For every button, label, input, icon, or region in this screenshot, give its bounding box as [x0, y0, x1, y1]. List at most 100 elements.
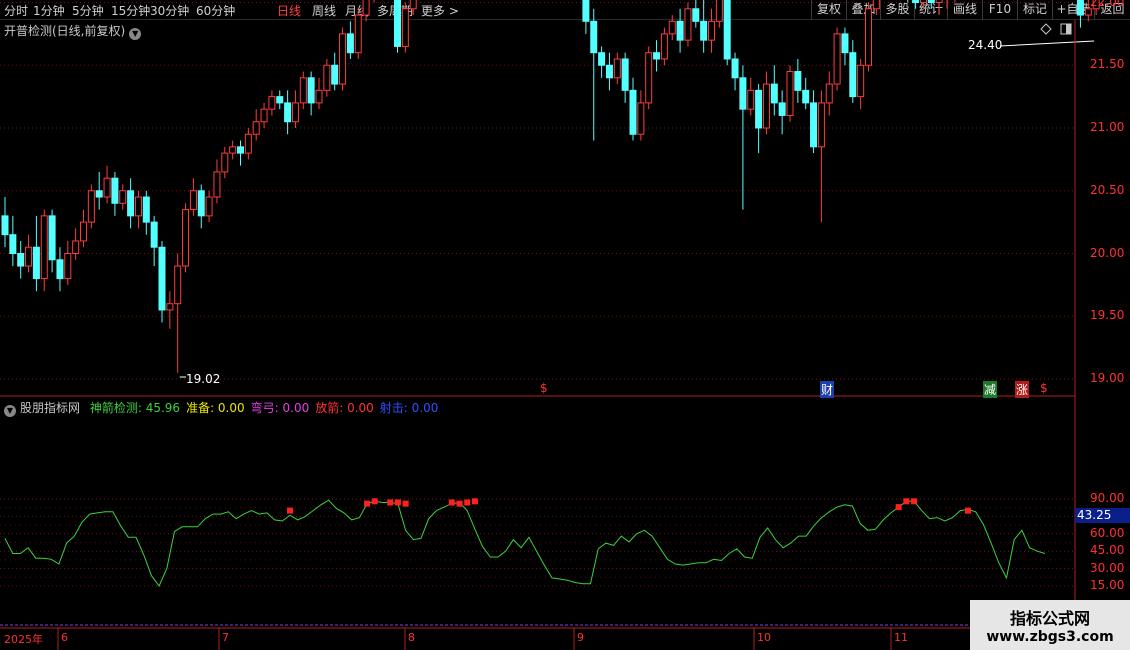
- candle-up: [786, 71, 794, 116]
- candle-up: [339, 33, 347, 85]
- candle-up: [291, 102, 299, 123]
- candle-down: [394, 0, 401, 47]
- event-marker-4[interactable]: $: [1040, 381, 1048, 395]
- date-label-4: 9: [577, 631, 584, 644]
- candle-up: [872, 0, 880, 10]
- candle-down: [676, 20, 684, 41]
- candle-up: [25, 246, 33, 267]
- candle-down: [307, 77, 315, 104]
- signal-marker: [448, 499, 455, 506]
- signal-marker: [287, 507, 294, 514]
- candle-up: [668, 20, 676, 35]
- candle-down: [331, 64, 339, 85]
- candle-down: [150, 221, 158, 248]
- candle-up: [315, 89, 323, 104]
- candle-up: [833, 33, 841, 85]
- candle-up: [935, 0, 943, 3]
- candle-up: [205, 196, 213, 217]
- low-price-label: 19.02: [186, 372, 221, 386]
- candle-up: [409, 0, 417, 10]
- indicator-tick: 30.00: [1090, 560, 1125, 575]
- date-label-5: 10: [757, 631, 771, 644]
- candle-down: [778, 102, 786, 116]
- candle-up: [213, 171, 221, 198]
- candle-down: [810, 102, 818, 148]
- candle-down: [158, 246, 166, 311]
- candle-up: [72, 240, 80, 254]
- candle-up: [817, 102, 825, 148]
- date-label-2: 7: [222, 631, 229, 644]
- candle-down: [700, 20, 708, 41]
- candle-up: [708, 20, 715, 41]
- diamond-icon[interactable]: [1040, 23, 1060, 37]
- candle-down: [48, 215, 56, 261]
- candle-up: [80, 221, 87, 242]
- candle-up: [174, 265, 182, 305]
- candle-down: [346, 33, 354, 54]
- current-indicator-value: 43.25: [1075, 508, 1130, 523]
- chevron-down-icon[interactable]: ▼: [4, 405, 16, 417]
- candle-up: [362, 0, 370, 16]
- candle-up: [613, 58, 621, 79]
- price-tick: 21.50: [1090, 57, 1125, 72]
- signal-marker: [895, 504, 902, 511]
- candle-up: [166, 303, 174, 311]
- candle-down: [127, 190, 135, 217]
- price-tick: 19.00: [1090, 371, 1125, 385]
- candle-up: [244, 133, 252, 154]
- date-label-6: 11: [894, 631, 908, 644]
- signal-marker: [464, 499, 471, 506]
- price-tick: 22.00: [1090, 0, 1125, 9]
- price-tick: 19.50: [1090, 308, 1125, 323]
- candle-up: [64, 253, 72, 280]
- price-tick: 20.50: [1090, 182, 1125, 197]
- signal-marker: [911, 498, 918, 505]
- candle-down: [276, 96, 284, 104]
- indicator-item-1: 准备: 0.00: [186, 401, 245, 415]
- date-label-3: 8: [408, 631, 415, 644]
- candle-down: [770, 83, 778, 104]
- candle-down: [755, 89, 763, 129]
- indicator-item-0: 神箭检测: 45.96: [89, 401, 181, 415]
- watermark-line2: www.zbgs3.com: [986, 629, 1114, 645]
- indicator-item-3: 放箭: 0.00: [315, 401, 374, 415]
- high-pointer: [999, 40, 1095, 47]
- candle-up: [637, 102, 645, 135]
- date-label-1: 6: [61, 631, 68, 644]
- candle-down: [692, 8, 700, 22]
- candle-up: [182, 209, 190, 267]
- candle-up: [119, 190, 127, 204]
- candle-up: [268, 96, 276, 110]
- candle-up: [299, 77, 307, 104]
- panel-toggle-icon[interactable]: [1060, 23, 1076, 37]
- event-marker-0[interactable]: $: [540, 381, 548, 395]
- candle-up: [715, 0, 723, 22]
- indicator-tick: 15.00: [1090, 578, 1125, 592]
- candle-up: [1084, 8, 1092, 16]
- candle-up: [87, 190, 95, 223]
- signal-marker: [456, 500, 463, 507]
- candle-down: [1076, 0, 1084, 16]
- signal-marker: [471, 498, 478, 505]
- event-marker-2[interactable]: 减: [983, 381, 998, 398]
- candle-up: [825, 83, 833, 104]
- candle-up: [221, 152, 229, 173]
- candle-down: [739, 77, 747, 110]
- candle-up: [189, 190, 197, 211]
- candle-down: [794, 71, 802, 91]
- signal-marker: [371, 498, 378, 505]
- candle-up: [684, 8, 692, 41]
- candle-down: [17, 253, 25, 267]
- high-price-label: 24.40: [968, 38, 1003, 52]
- indicator-name[interactable]: 股朋指标网: [20, 401, 80, 415]
- signal-marker: [903, 498, 910, 505]
- candle-down: [95, 190, 103, 198]
- candle-down: [723, 0, 731, 60]
- indicator-tick: 45.00: [1090, 543, 1125, 558]
- event-marker-3[interactable]: 涨: [1015, 381, 1030, 398]
- price-tick: 21.00: [1090, 120, 1125, 134]
- signal-marker: [387, 499, 394, 506]
- candle-up: [645, 52, 653, 104]
- event-marker-1[interactable]: 财: [820, 381, 835, 398]
- candle-down: [605, 64, 613, 79]
